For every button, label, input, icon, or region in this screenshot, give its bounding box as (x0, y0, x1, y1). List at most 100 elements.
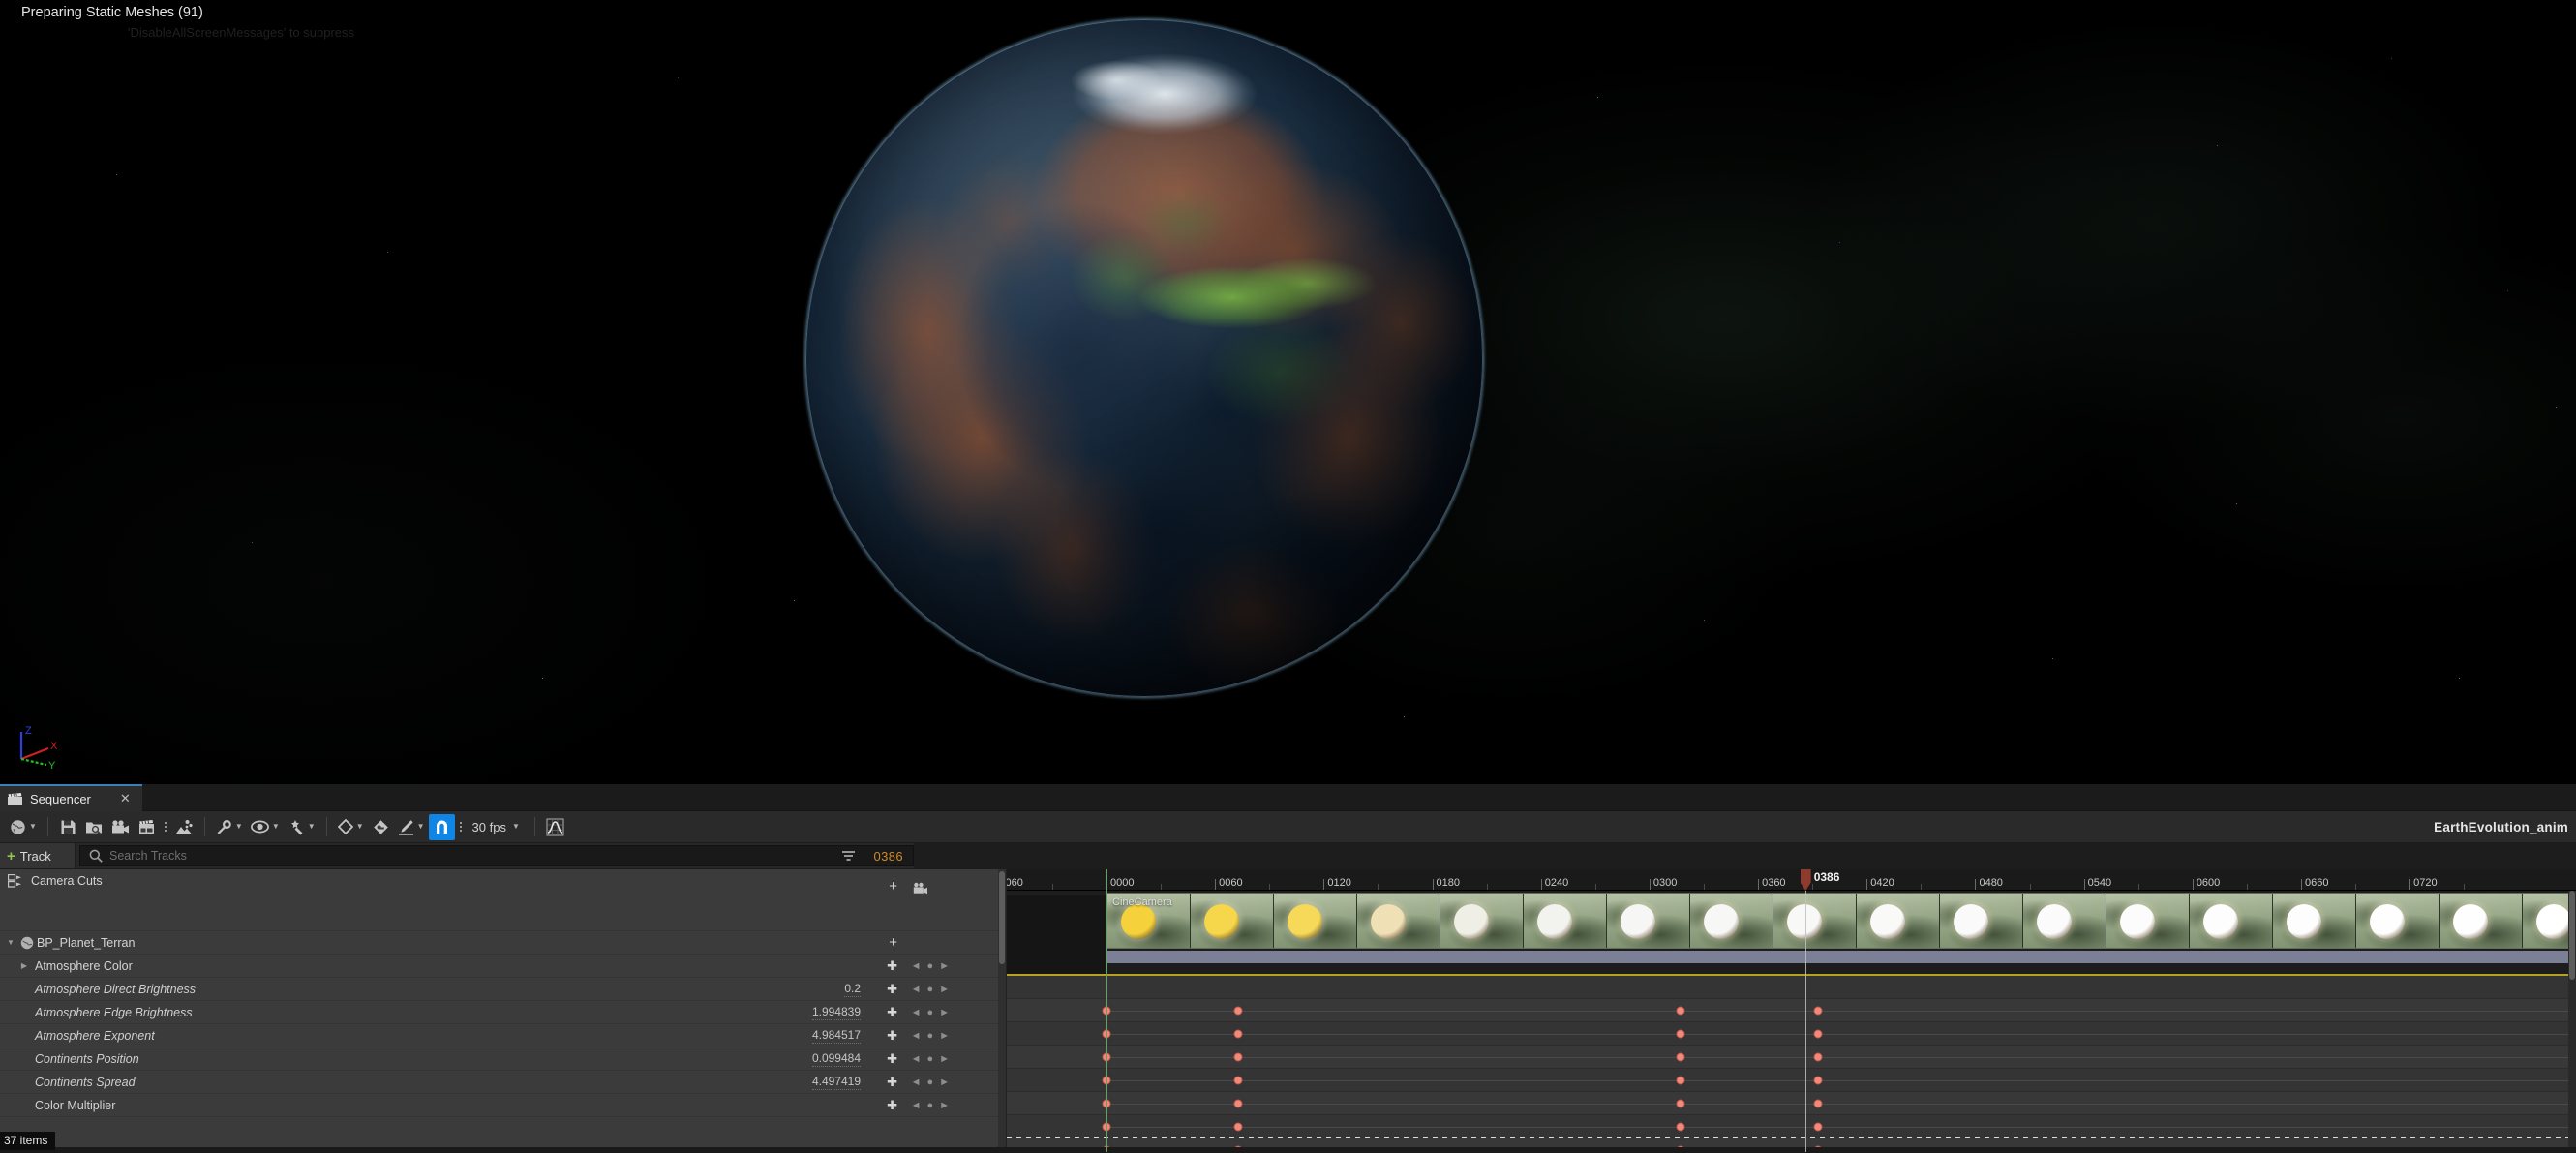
chevron-down-icon[interactable]: ▼ (272, 823, 280, 831)
track-row[interactable]: Color Multiplier ✚ ◄ ● ► (0, 1094, 1006, 1117)
search-tracks-wrapper[interactable]: 0386 (79, 845, 914, 866)
track-row[interactable]: Atmosphere Direct Brightness 0.2 ✚ ◄ ● ► (0, 978, 1006, 1001)
render-movie-icon[interactable] (134, 814, 160, 840)
set-key-icon[interactable]: ● (926, 1053, 933, 1065)
add-key-button[interactable]: ✚ (887, 1029, 897, 1042)
add-key-button[interactable]: ✚ (887, 983, 897, 995)
keyframe-marker[interactable] (1813, 1006, 1822, 1015)
timeline-ruler[interactable]: -060 0000 0060 0120 0180 0240 0300 0360 0420 0480… (1007, 869, 2576, 891)
auto-key-icon[interactable]: ▼ (394, 814, 429, 840)
keyframe-marker[interactable] (1676, 1006, 1684, 1015)
track-row[interactable]: Atmosphere Exponent 4.984517 ✚ ◄ ● ► (0, 1024, 1006, 1047)
add-key-button[interactable]: ✚ (887, 1099, 897, 1111)
previous-key-icon[interactable]: ◄ (911, 960, 922, 972)
previous-key-icon[interactable]: ◄ (911, 1007, 922, 1018)
add-key-button[interactable]: ✚ (887, 1076, 897, 1088)
add-key-button[interactable]: ✚ (887, 959, 897, 972)
level-viewport[interactable]: Preparing Static Meshes (91) 'DisableAll… (0, 0, 2576, 792)
keyframe-marker[interactable] (1234, 1122, 1243, 1131)
add-track-button[interactable]: + Track (0, 843, 76, 868)
keyframe-marker[interactable] (1676, 1076, 1684, 1084)
actions-icon[interactable] (171, 814, 197, 840)
next-key-icon[interactable]: ► (939, 1053, 950, 1065)
add-key-button[interactable]: ✚ (887, 1052, 897, 1065)
set-key-icon[interactable]: ● (926, 1030, 933, 1042)
keyframe-marker[interactable] (1234, 1029, 1243, 1038)
track-value[interactable]: 1.994839 (812, 1005, 861, 1020)
chevron-down-icon[interactable]: ▼ (417, 823, 425, 831)
snapping-options-icon[interactable] (455, 822, 467, 832)
keyframe-marker[interactable] (1676, 1052, 1684, 1061)
next-key-icon[interactable]: ► (939, 960, 950, 972)
keyframe-marker[interactable] (1234, 1052, 1243, 1061)
timeline-row[interactable] (1007, 999, 2576, 1022)
next-key-icon[interactable]: ► (939, 1077, 950, 1088)
set-key-icon[interactable]: ● (926, 984, 933, 995)
camera-icon[interactable] (913, 882, 928, 895)
current-frame-readout[interactable]: 0386 (867, 849, 913, 864)
track-value[interactable]: 0.2 (844, 982, 861, 997)
key-interpolation-icon[interactable] (368, 814, 394, 840)
general-options-icon[interactable]: ▼ (212, 814, 247, 840)
outliner-scrollbar-thumb[interactable] (999, 871, 1005, 964)
close-icon[interactable]: ✕ (120, 791, 131, 806)
previous-key-icon[interactable]: ◄ (911, 984, 922, 995)
keyframe-marker[interactable] (1234, 1076, 1243, 1084)
keyframe-marker[interactable] (1813, 1052, 1822, 1061)
timeline-row[interactable] (1007, 1069, 2576, 1092)
timeline-row[interactable] (1007, 976, 2576, 999)
chevron-down-icon[interactable]: ▼ (512, 823, 520, 831)
chevron-down-icon[interactable]: ▼ (356, 823, 364, 831)
expander-icon[interactable]: ▼ (4, 938, 17, 947)
chevron-down-icon[interactable]: ▼ (308, 823, 316, 831)
track-row[interactable]: Continents Position 0.099484 ✚ ◄ ● ► (0, 1047, 1006, 1071)
next-key-icon[interactable]: ► (939, 1030, 950, 1042)
timeline-row[interactable] (1007, 1092, 2576, 1115)
camera-cuts-add-button[interactable]: + (889, 879, 897, 894)
keyframe-options-icon[interactable]: ▼ (334, 814, 368, 840)
filter-icon[interactable] (835, 851, 861, 862)
add-key-button[interactable]: ✚ (887, 1006, 897, 1018)
outliner-scrollbar[interactable] (998, 869, 1006, 1152)
tab-sequencer[interactable]: Sequencer ✕ (0, 784, 142, 811)
keyframe-marker[interactable] (1676, 1029, 1684, 1038)
previous-key-icon[interactable]: ◄ (911, 1100, 922, 1111)
camera-cuts-bar[interactable] (1106, 951, 2576, 963)
snapping-toggle[interactable] (429, 814, 455, 840)
keyframe-marker[interactable] (1234, 1099, 1243, 1107)
set-key-icon[interactable]: ● (926, 960, 933, 972)
keyframe-marker[interactable] (1813, 1029, 1822, 1038)
track-row-actor[interactable]: ▼ BP_Planet_Terran + (0, 931, 1006, 955)
timeline-row[interactable] (1007, 1115, 2576, 1138)
set-key-icon[interactable]: ● (926, 1077, 933, 1088)
track-row[interactable]: Atmosphere Edge Brightness 1.994839 ✚ ◄ ● ► (0, 1001, 1006, 1024)
browse-to-asset-icon[interactable] (81, 814, 107, 840)
next-key-icon[interactable]: ► (939, 984, 950, 995)
chevron-down-icon[interactable]: ▼ (235, 823, 243, 831)
expander-icon[interactable]: ▶ (17, 961, 31, 970)
previous-key-icon[interactable]: ◄ (911, 1077, 922, 1088)
track-value[interactable]: 0.099484 (812, 1051, 861, 1067)
track-row[interactable]: Continents Spread 4.497419 ✚ ◄ ● ► (0, 1071, 1006, 1094)
track-row[interactable]: ▶ Atmosphere Color ✚ ◄ ● ► (0, 955, 1006, 978)
create-camera-icon[interactable] (107, 814, 134, 840)
timeline-row[interactable] (1007, 1022, 2576, 1046)
keyframe-marker[interactable] (1234, 1006, 1243, 1015)
track-value[interactable]: 4.497419 (812, 1075, 861, 1090)
previous-key-icon[interactable]: ◄ (911, 1030, 922, 1042)
keyframe-marker[interactable] (1813, 1122, 1822, 1131)
timeline-scrollbar-thumb[interactable] (2569, 891, 2575, 980)
world-icon[interactable]: ▼ (6, 814, 41, 840)
save-icon[interactable] (55, 814, 81, 840)
chevron-down-icon[interactable]: ▼ (29, 823, 37, 831)
previous-key-icon[interactable]: ◄ (911, 1053, 922, 1065)
keyframe-marker[interactable] (1813, 1099, 1822, 1107)
timeline-area[interactable]: -060 0000 0060 0120 0180 0240 0300 0360 0420 0480… (1007, 869, 2576, 1152)
keyframe-marker[interactable] (1676, 1099, 1684, 1107)
curve-editor-icon[interactable] (542, 814, 568, 840)
timeline-scrollbar[interactable] (2568, 891, 2576, 1152)
more-options-icon[interactable] (160, 822, 171, 832)
keyframe-marker[interactable] (1813, 1076, 1822, 1084)
search-input[interactable] (109, 849, 829, 863)
set-key-icon[interactable]: ● (926, 1007, 933, 1018)
